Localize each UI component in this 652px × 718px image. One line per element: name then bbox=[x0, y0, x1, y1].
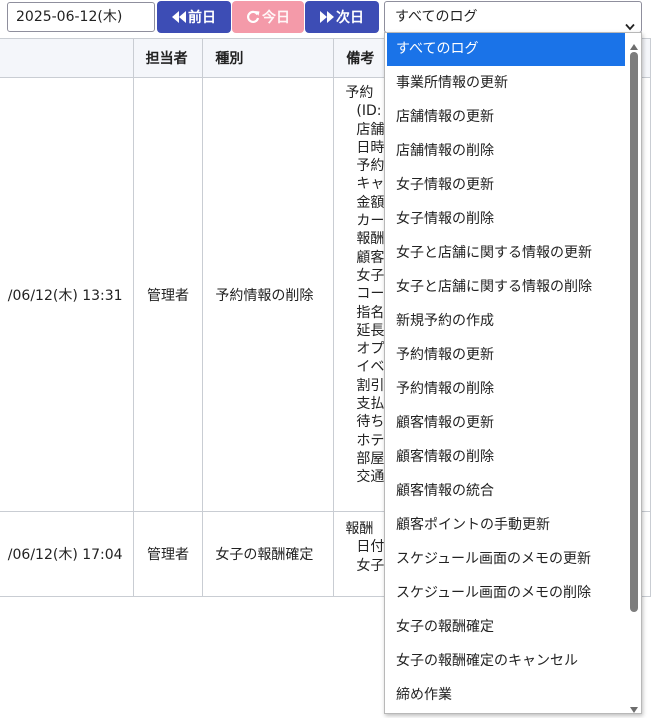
log-type-selected-value: すべてのログ bbox=[395, 9, 478, 25]
dropdown-option[interactable]: 予約情報の削除 bbox=[387, 373, 625, 406]
rewind-icon bbox=[172, 11, 186, 23]
dropdown-option[interactable]: 予約情報の更新 bbox=[387, 339, 625, 372]
scrollbar-thumb[interactable] bbox=[630, 52, 638, 612]
next-day-label: 次日 bbox=[336, 10, 364, 26]
refresh-icon bbox=[246, 10, 260, 24]
dropdown-option[interactable]: 顧客情報の削除 bbox=[387, 441, 625, 474]
header-type: 種別 bbox=[202, 38, 335, 78]
dropdown-option[interactable]: スケジュール画面のメモの削除 bbox=[387, 577, 625, 610]
scroll-down-arrow-icon[interactable] bbox=[630, 701, 638, 713]
row-type: 女子の報酬確定 bbox=[202, 511, 335, 597]
dropdown-option[interactable]: 顧客情報の統合 bbox=[387, 475, 625, 508]
row-datetime: /06/12(木) 17:04 bbox=[0, 511, 134, 597]
dropdown-option[interactable]: 顧客情報の更新 bbox=[387, 407, 625, 440]
fast-forward-icon bbox=[320, 11, 334, 23]
prev-day-button[interactable]: 前日 bbox=[157, 1, 231, 33]
dropdown-option[interactable]: すべてのログ bbox=[387, 33, 625, 66]
row-user: 管理者 bbox=[132, 511, 204, 597]
header-datetime bbox=[0, 38, 134, 78]
dropdown-option[interactable]: 女子と店舗に関する情報の更新 bbox=[387, 237, 625, 270]
log-type-dropdown-list[interactable]: すべてのログ 事業所情報の更新 店舗情報の更新 店舗情報の削除 女子情報の更新 … bbox=[384, 32, 642, 714]
scroll-up-arrow-icon[interactable] bbox=[630, 38, 638, 50]
dropdown-option[interactable]: 店舗情報の更新 bbox=[387, 101, 625, 134]
dropdown-option[interactable]: 女子情報の削除 bbox=[387, 203, 625, 236]
log-type-select[interactable]: すべてのログ bbox=[384, 1, 642, 33]
row-user: 管理者 bbox=[132, 77, 204, 512]
row-datetime: /06/12(木) 13:31 bbox=[0, 77, 134, 512]
dropdown-option[interactable]: 女子と店舗に関する情報の削除 bbox=[387, 271, 625, 304]
next-day-button[interactable]: 次日 bbox=[305, 1, 379, 33]
dropdown-option[interactable]: 店舗情報の削除 bbox=[387, 135, 625, 168]
dropdown-option[interactable]: 事業所情報の更新 bbox=[387, 67, 625, 100]
dropdown-option[interactable]: スケジュール画面のメモの更新 bbox=[387, 543, 625, 576]
dropdown-option[interactable]: 顧客ポイントの手動更新 bbox=[387, 509, 625, 542]
today-button[interactable]: 今日 bbox=[232, 1, 304, 33]
dropdown-option[interactable]: 女子の報酬確定のキャンセル bbox=[387, 645, 625, 678]
dropdown-option[interactable]: 女子情報の更新 bbox=[387, 169, 625, 202]
dropdown-option[interactable]: 女子の報酬確定 bbox=[387, 611, 625, 644]
date-input[interactable]: 2025-06-12(木) bbox=[7, 2, 155, 32]
today-label: 今日 bbox=[262, 10, 290, 26]
header-user: 担当者 bbox=[132, 38, 204, 78]
prev-day-label: 前日 bbox=[188, 10, 216, 26]
dropdown-option[interactable]: 新規予約の作成 bbox=[387, 305, 625, 338]
dropdown-option[interactable]: 締め作業 bbox=[387, 679, 625, 712]
row-type: 予約情報の削除 bbox=[202, 77, 335, 512]
